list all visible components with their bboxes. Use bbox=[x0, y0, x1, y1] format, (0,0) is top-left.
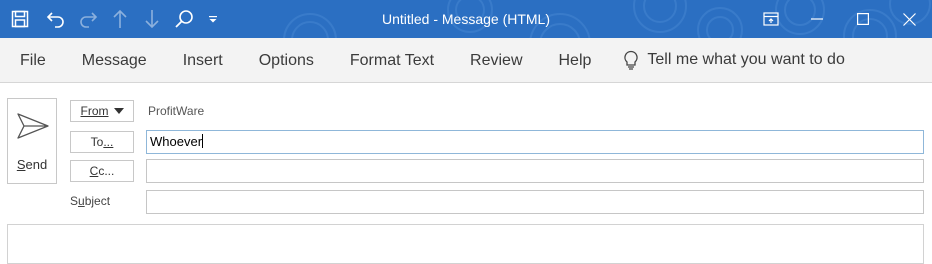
window-controls bbox=[748, 0, 932, 38]
tell-me-text: Tell me what you want to do bbox=[647, 51, 845, 68]
tab-options[interactable]: Options bbox=[241, 38, 332, 83]
lightbulb-icon bbox=[624, 50, 639, 70]
from-value: ProfitWare bbox=[148, 104, 205, 118]
ribbon-tabs: File Message Insert Options Format Text … bbox=[0, 38, 932, 83]
minimize-icon[interactable] bbox=[794, 0, 840, 38]
subject-label: Subject bbox=[70, 194, 111, 208]
to-field[interactable]: Whoever bbox=[146, 130, 924, 154]
next-item-icon[interactable] bbox=[136, 0, 168, 38]
to-button[interactable]: To... bbox=[70, 131, 134, 153]
ribbon-display-options-icon[interactable] bbox=[748, 0, 794, 38]
tab-message[interactable]: Message bbox=[64, 38, 165, 83]
text-cursor bbox=[202, 134, 204, 148]
chevron-down-icon bbox=[113, 108, 124, 114]
undo-icon[interactable] bbox=[40, 0, 72, 38]
redo-icon[interactable] bbox=[72, 0, 104, 38]
subject-field[interactable] bbox=[146, 190, 924, 214]
tab-format-text[interactable]: Format Text bbox=[332, 38, 452, 83]
search-icon[interactable] bbox=[168, 0, 200, 38]
title-bar: Untitled - Message (HTML) bbox=[0, 0, 932, 38]
compose-area: Send From ProfitWare To... Whoever Cc...… bbox=[0, 83, 932, 264]
save-icon[interactable] bbox=[0, 0, 40, 38]
previous-item-icon[interactable] bbox=[104, 0, 136, 38]
send-icon bbox=[17, 113, 49, 139]
close-icon[interactable] bbox=[886, 0, 932, 38]
customize-qat-icon[interactable] bbox=[200, 0, 226, 38]
cc-field[interactable] bbox=[146, 159, 924, 183]
tab-review[interactable]: Review bbox=[452, 38, 540, 83]
cc-button[interactable]: Cc... bbox=[70, 160, 134, 182]
message-body[interactable] bbox=[7, 224, 924, 264]
quick-access-toolbar bbox=[0, 0, 226, 38]
send-button[interactable]: Send bbox=[7, 98, 57, 184]
maximize-icon[interactable] bbox=[840, 0, 886, 38]
tab-file[interactable]: File bbox=[0, 38, 64, 83]
tab-insert[interactable]: Insert bbox=[165, 38, 241, 83]
from-label: From bbox=[80, 104, 109, 118]
tell-me-box[interactable]: Tell me what you want to do bbox=[609, 50, 845, 70]
tab-help[interactable]: Help bbox=[541, 38, 610, 83]
from-button[interactable]: From bbox=[70, 100, 134, 122]
send-label: Send bbox=[16, 157, 48, 172]
